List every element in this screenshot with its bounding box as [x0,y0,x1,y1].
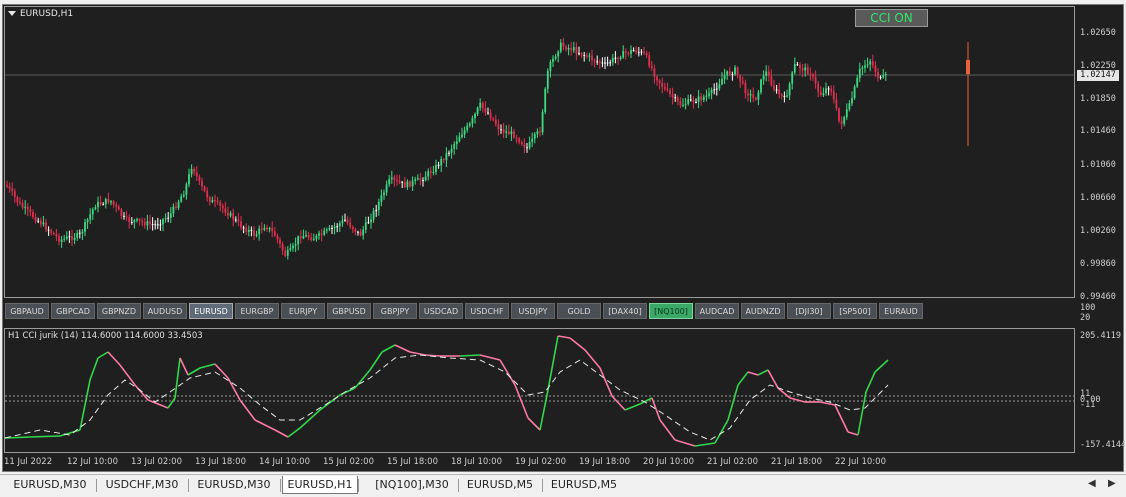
cci-line-segment [674,439,696,447]
cci-line-segment [287,427,301,438]
tab-scroll-left-icon[interactable]: ◀ [1088,478,1096,489]
cci-line-segment [479,354,501,361]
cci-line-segment [747,371,759,376]
time-label: 19 Jul 18:00 [579,457,630,467]
time-label: 21 Jul 18:00 [771,457,822,467]
indicator-axis-label: -157.4144 [1080,440,1126,450]
cci-line-segment [624,403,641,411]
cci-line-segment [394,344,411,353]
cci-line-segment [819,401,836,406]
cci-line-segment [499,359,516,386]
cci-line-segment [757,369,769,376]
time-label: 18 Jul 10:00 [451,457,502,467]
cci-line-segment [274,429,289,438]
cci-line-segment [777,387,791,399]
chart-tab[interactable]: EURUSD,M30 [4,476,96,494]
chart-tab[interactable]: USDCHF,M30 [96,476,188,494]
cci-indicator-chart[interactable] [0,0,1126,497]
cci-line-segment [569,337,586,351]
time-label: 15 Jul 02:00 [323,457,374,467]
time-label: 11 Jul 2022 [4,457,53,467]
indicator-title: H1 CCI jurik (14) 114.6000 114.6000 33.4… [8,331,203,341]
cci-line-segment [107,351,121,366]
cci-line-segment [727,384,739,421]
cci-line-segment [79,379,91,431]
cci-line-segment [179,357,189,376]
cci-line-segment [167,397,176,409]
cci-line-segment [714,419,729,444]
cci-line-segment [187,367,201,376]
time-label: 13 Jul 02:00 [131,457,182,467]
time-label: 20 Jul 10:00 [643,457,694,467]
cci-line-segment [174,357,181,399]
indicator-axis-label: -11 [1080,400,1096,410]
time-label: 21 Jul 02:00 [707,457,758,467]
time-label: 19 Jul 02:00 [515,457,566,467]
cci-line-segment [239,399,256,421]
cci-line-segment [134,384,149,401]
cci-line-segment [89,357,99,381]
chart-tab[interactable]: EURUSD,M5 [542,476,626,494]
cci-line-segment [369,351,383,371]
cci-line-segment [611,395,626,411]
chart-tab[interactable]: EURUSD,M30 [188,476,280,494]
cci-line-segment [227,377,241,401]
cci-line-segment [199,363,216,369]
chart-tab[interactable]: EURUSD,M5 [458,476,542,494]
cci-line-segment [874,359,889,373]
cci-line-segment [834,404,849,433]
time-label: 13 Jul 18:00 [195,457,246,467]
cci-line-segment [97,351,109,359]
time-label: 14 Jul 10:00 [259,457,310,467]
time-label: 12 Jul 10:00 [67,457,118,467]
cci-line-segment [694,442,716,447]
cci-line-segment [527,417,541,431]
chart-tab[interactable]: EURUSD,H1 [282,476,358,494]
tab-scroll-right-icon[interactable]: ▶ [1108,478,1116,489]
cci-line-segment [599,367,613,397]
cci-line-segment [409,351,426,356]
tab-separator [280,479,281,492]
cci-line-segment [865,371,876,393]
cci-line-segment [737,371,749,386]
time-label: 22 Jul 10:00 [835,457,886,467]
cci-line-segment [857,391,867,436]
cci-line-segment [381,344,396,353]
tab-separator [358,479,359,492]
cci-line-segment [557,335,571,339]
cci-line-segment [459,354,481,357]
cci-line-segment [59,429,81,437]
cci-line-segment [659,419,676,441]
cci-signal-line [4,354,889,441]
cci-line-segment [254,419,276,431]
cci-line-segment [299,409,321,429]
chart-tab[interactable]: [NQ100],M30 [366,476,458,494]
time-label: 15 Jul 18:00 [387,457,438,467]
cci-line-segment [214,363,229,379]
cci-line-segment [847,431,859,436]
cci-line-segment [29,435,61,438]
indicator-axis-label: 205.4119 [1080,331,1121,341]
